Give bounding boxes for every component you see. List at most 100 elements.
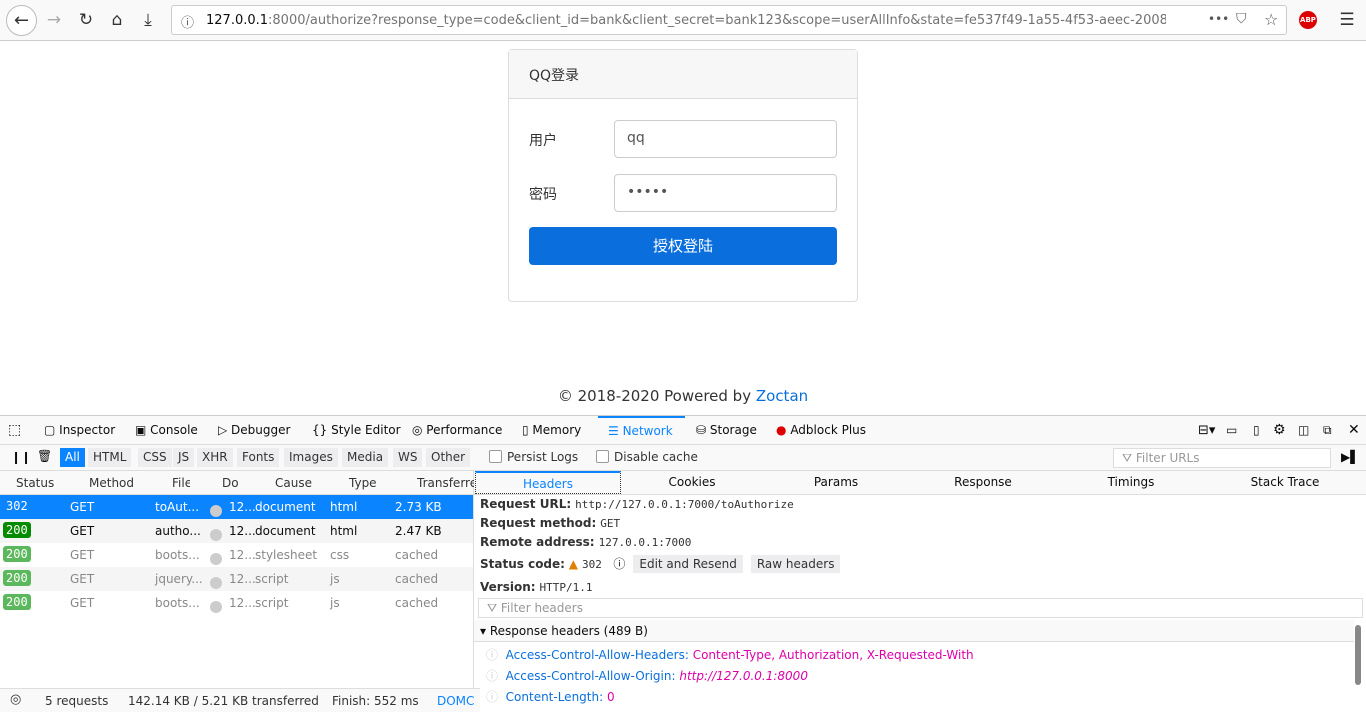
authorize-login-button[interactable]: 授权登陆 [529, 227, 837, 265]
pocket-icon[interactable]: ⛉ [1236, 11, 1247, 27]
forward-button[interactable]: → [42, 8, 66, 32]
request-list: Status Method File Do Cause Type Transfe… [0, 471, 474, 688]
tab-debugger[interactable]: ▷ Debugger [218, 416, 290, 445]
performance-analysis-icon[interactable]: ◎ [10, 692, 21, 707]
column-type[interactable]: Type [349, 476, 377, 490]
filter-js[interactable]: JS [173, 448, 195, 467]
column-transferred[interactable]: Transferred [417, 476, 474, 490]
page-actions-button[interactable]: ••• [1208, 12, 1229, 26]
column-method[interactable]: Method [89, 476, 134, 490]
tab-performance[interactable]: ◎ Performance [412, 416, 502, 445]
url-bar[interactable]: ⓘ 127.0.0.1:8000/authorize?response_type… [171, 5, 1287, 35]
filter-media[interactable]: Media [342, 448, 389, 467]
filter-html[interactable]: HTML [88, 448, 132, 467]
edit-resend-button[interactable]: Edit and Resend [633, 555, 743, 573]
request-row[interactable]: 200 GET boots... 12... script js cached [0, 591, 473, 615]
detail-tab-params[interactable]: Params [763, 471, 909, 494]
header-row: ⓘ Content-Length: 0 [486, 690, 615, 704]
browser-toolbar: ← → ↻ ⌂ ⤓ ⓘ 127.0.0.1:8000/authorize?res… [0, 0, 1366, 41]
detail-tab-cookies[interactable]: Cookies [619, 471, 765, 494]
password-input[interactable]: ••••• [614, 174, 837, 212]
detail-tab-stack-trace[interactable]: Stack Trace [1212, 471, 1358, 494]
domain: 12... [229, 596, 256, 610]
adblock-icon[interactable]: ABP [1299, 11, 1317, 29]
method: GET [70, 548, 95, 562]
request-row[interactable]: 200 GET jquery... 12... script js cached [0, 567, 473, 591]
tab-adblock-plus[interactable]: ● Adblock Plus [776, 416, 866, 445]
dock-options-icon[interactable]: ⊟▾ [1198, 416, 1215, 445]
toggle-sidebar-icon[interactable]: ▶▌ [1341, 450, 1359, 464]
element-picker-icon[interactable]: ⬚ [8, 416, 21, 445]
network-status-bar: ◎ 5 requests 142.14 KB / 5.21 KB transfe… [0, 688, 480, 712]
transferred: cached [395, 572, 439, 586]
filter-urls-input[interactable]: ⛛ Filter URLs [1113, 448, 1331, 468]
dock-side-icon[interactable]: ◫ [1298, 416, 1309, 445]
downloads-button[interactable]: ⤓ [136, 8, 160, 32]
column-status[interactable]: Status [16, 476, 54, 490]
username-input[interactable]: qq [614, 120, 837, 158]
help-icon[interactable]: ⓘ [613, 557, 625, 571]
tab-network[interactable]: ☰ Network [598, 416, 685, 445]
devtools-panel: ⬚ ▢ Inspector ▣ Console ▷ Debugger {} St… [0, 415, 1366, 712]
column-domain[interactable]: Do [222, 476, 239, 490]
filter-css[interactable]: CSS [138, 448, 172, 467]
clear-trash-icon[interactable]: 🗑 [37, 449, 52, 463]
filter-fonts[interactable]: Fonts [237, 448, 280, 467]
user-label: 用户 [529, 133, 557, 149]
detail-tab-headers[interactable]: Headers [475, 471, 621, 494]
back-button[interactable]: ← [6, 5, 37, 36]
file: boots... [155, 596, 200, 610]
domain: 12... [229, 548, 256, 562]
url-host: 127.0.0.1 [206, 13, 269, 28]
raw-headers-button[interactable]: Raw headers [750, 555, 841, 573]
filter-ws[interactable]: WS [393, 448, 423, 467]
footer-link[interactable]: Zoctan [756, 387, 808, 405]
transfer-size: 142.14 KB / 5.21 KB transferred [128, 694, 319, 708]
filter-images[interactable]: Images [284, 448, 338, 467]
bookmark-star-icon[interactable]: ☆ [1264, 10, 1278, 29]
filter-other[interactable]: Other [426, 448, 471, 467]
tab-console[interactable]: ▣ Console [135, 416, 198, 445]
response-headers-toggle[interactable]: ▾ Response headers (489 B) [474, 620, 1354, 642]
reload-button[interactable]: ↻ [74, 8, 98, 32]
responsive-design-icon[interactable]: ▯ [1253, 416, 1260, 445]
tab-style-editor[interactable]: {} Style Editor [312, 416, 401, 445]
method: GET [70, 500, 95, 514]
header-row: ⓘ Access-Control-Allow-Headers: Content-… [486, 648, 974, 662]
request-row[interactable]: 302 GET toAut... 12... document html 2.7… [0, 495, 473, 519]
file: autho... [155, 524, 201, 538]
tab-inspector[interactable]: ▢ Inspector [44, 416, 115, 445]
type: html [330, 524, 358, 538]
filter-xhr[interactable]: XHR [197, 448, 233, 467]
split-console-icon[interactable]: ▭ [1226, 416, 1237, 445]
menu-icon[interactable]: ☰ [1335, 8, 1359, 32]
persist-logs-checkbox[interactable]: Persist Logs [489, 450, 578, 464]
request-method: Request method: GET [480, 516, 621, 530]
status-badge: 200 [3, 546, 31, 562]
login-card: QQ登录 用户 qq 密码 ••••• 授权登陆 [508, 49, 858, 302]
password-label: 密码 [529, 187, 557, 203]
footer: © 2018-2020 Powered by Zoctan [0, 387, 1366, 405]
tab-memory[interactable]: ▯ Memory [522, 416, 581, 445]
separate-window-icon[interactable]: ⧉ [1323, 416, 1332, 445]
detail-tab-timings[interactable]: Timings [1058, 471, 1204, 494]
filter-all[interactable]: All [60, 448, 85, 467]
detail-tab-response[interactable]: Response [910, 471, 1056, 494]
home-button[interactable]: ⌂ [105, 8, 129, 32]
tab-storage[interactable]: ⛁ Storage [696, 416, 757, 445]
column-file[interactable]: File [172, 476, 190, 490]
pause-icon[interactable]: ❙❙ [11, 450, 31, 464]
network-filter-bar: ❙❙ 🗑 All HTML CSS JS XHR Fonts Images Me… [0, 445, 1366, 471]
request-row[interactable]: 200 GET autho... 12... document html 2.4… [0, 519, 473, 543]
settings-gear-icon[interactable]: ⚙ [1273, 416, 1286, 445]
status-badge: 200 [3, 594, 31, 610]
close-devtools-icon[interactable]: ✕ [1348, 416, 1360, 445]
request-list-header: Status Method File Do Cause Type Transfe… [0, 471, 474, 495]
info-icon[interactable]: ⓘ [181, 12, 194, 31]
filter-headers-input[interactable]: ⛛ Filter headers [478, 598, 1363, 618]
type: html [330, 500, 358, 514]
column-cause[interactable]: Cause [275, 476, 312, 490]
request-row[interactable]: 200 GET boots... 12... stylesheet css ca… [0, 543, 473, 567]
scrollbar[interactable] [1355, 625, 1361, 685]
disable-cache-checkbox[interactable]: Disable cache [596, 450, 698, 464]
